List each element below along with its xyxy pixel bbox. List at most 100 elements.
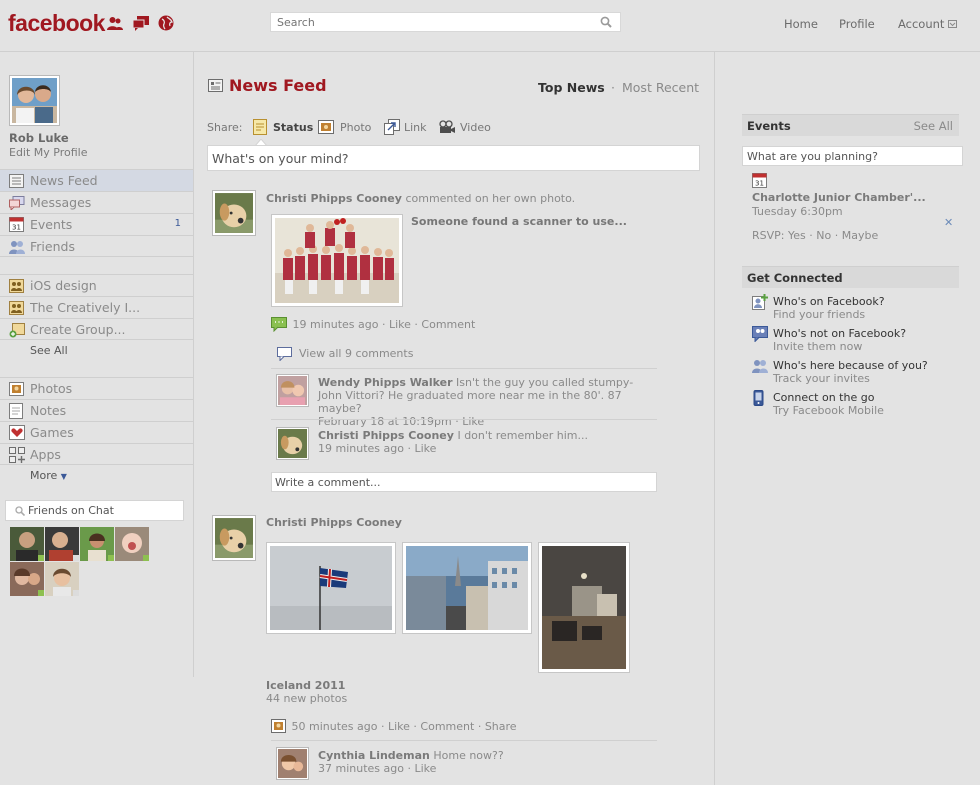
meta-sep: ·: [414, 318, 418, 331]
view-all-comments[interactable]: View all 9 comments: [271, 342, 657, 367]
sidebar-item-group-creatively[interactable]: The Creatively I...: [0, 296, 193, 318]
comment-author-link[interactable]: Cynthia Lindeman: [318, 749, 430, 762]
comment-author-avatar[interactable]: [276, 747, 309, 780]
meta-sep: ·: [477, 720, 482, 733]
events-section-header: Events See All: [742, 114, 959, 136]
connect-item-invite[interactable]: Who's not on Facebook? Invite them now: [752, 326, 952, 354]
album-photo-flag[interactable]: [266, 542, 396, 634]
story-photo[interactable]: [271, 214, 403, 307]
story-author-avatar[interactable]: [212, 515, 256, 561]
connect-sub: Try Facebook Mobile: [773, 404, 884, 417]
sidebar-item-apps[interactable]: Apps: [0, 443, 193, 465]
sidebar-item-group-ios[interactable]: iOS design: [0, 274, 193, 296]
nav-account[interactable]: Account: [898, 17, 944, 31]
tab-top-news[interactable]: Top News: [538, 80, 605, 95]
sidebar-item-create-group[interactable]: Create Group...: [0, 318, 193, 340]
online-friend-avatar[interactable]: [115, 527, 149, 561]
story-meta: 50 minutes ago · Like · Comment · Share: [271, 719, 517, 733]
sidebar-item-messages[interactable]: Messages: [0, 191, 193, 213]
nav-home[interactable]: Home: [784, 17, 818, 31]
sidebar-item-label: Apps: [30, 447, 61, 462]
comment-author-avatar[interactable]: [276, 427, 309, 460]
more-apps-link[interactable]: More ▼: [30, 469, 67, 482]
share-status-label: Status: [273, 121, 314, 134]
notifications-globe-icon[interactable]: [158, 15, 174, 31]
link-icon: [384, 119, 400, 135]
connect-title: Who's here because of you?: [773, 359, 928, 372]
events-icon: 31: [9, 217, 24, 232]
sidebar-item-friends[interactable]: Friends: [0, 235, 193, 257]
share-link-label: Link: [404, 121, 427, 134]
event-name-link[interactable]: Charlotte Junior Chamber'...: [752, 191, 926, 204]
story-author-link[interactable]: Christi Phipps Cooney: [266, 192, 402, 205]
story-author-avatar[interactable]: [212, 190, 256, 236]
friends-icon: [752, 360, 768, 373]
story-time[interactable]: 50 minutes ago: [292, 720, 378, 733]
story-meta: 19 minutes ago · Like · Comment: [271, 317, 475, 333]
sidebar-item-label: Games: [30, 425, 74, 440]
events-see-all-link[interactable]: See All: [914, 119, 953, 133]
comment-author-link[interactable]: Christi Phipps Cooney: [318, 429, 454, 442]
account-dropdown-icon[interactable]: [948, 20, 957, 28]
sidebar-item-photos[interactable]: Photos: [0, 377, 193, 399]
dismiss-event-icon[interactable]: ✕: [944, 216, 953, 229]
comment-text: I don't remember him...: [457, 429, 588, 442]
online-friend-avatar[interactable]: [80, 527, 114, 561]
share-link[interactable]: Share: [485, 720, 517, 733]
profile-name[interactable]: Rob Luke: [9, 131, 69, 145]
event-planning-input[interactable]: What are you planning?: [742, 146, 963, 166]
comment-link[interactable]: Comment: [421, 318, 475, 331]
friends-on-chat-search[interactable]: Friends on Chat: [5, 500, 184, 521]
tab-most-recent[interactable]: Most Recent: [622, 80, 699, 95]
album-title-link[interactable]: Iceland 2011: [266, 679, 345, 692]
online-friend-avatar[interactable]: [45, 562, 79, 596]
rsvp-maybe-link[interactable]: Maybe: [842, 229, 879, 242]
comment-like-link[interactable]: Like: [414, 442, 436, 455]
events-title: Events: [747, 119, 791, 133]
sidebar-item-notes[interactable]: Notes: [0, 399, 193, 421]
comment-author-avatar[interactable]: [276, 374, 309, 407]
sidebar-item-label: News Feed: [30, 173, 98, 188]
comment-time[interactable]: 19 minutes ago: [318, 442, 404, 455]
connect-item-find-friends[interactable]: Who's on Facebook? Find your friends: [752, 294, 952, 322]
rsvp-no-link[interactable]: No: [816, 229, 831, 242]
facebook-logo[interactable]: facebook: [8, 10, 105, 37]
rsvp-yes-link[interactable]: Yes: [788, 229, 806, 242]
comment-author-link[interactable]: Wendy Phipps Walker: [318, 376, 453, 389]
nav-profile[interactable]: Profile: [839, 17, 875, 31]
album-photo-room[interactable]: [538, 542, 630, 673]
online-friend-avatar[interactable]: [10, 527, 44, 561]
comment-time[interactable]: 37 minutes ago: [318, 762, 404, 775]
album-photo-street[interactable]: [402, 542, 532, 634]
sidebar-item-events[interactable]: 31 Events 1: [0, 213, 193, 235]
sidebar-item-news-feed[interactable]: News Feed: [0, 169, 193, 191]
story-author-link[interactable]: Christi Phipps Cooney: [266, 516, 402, 529]
comment-like-link[interactable]: Like: [414, 762, 436, 775]
groups-see-all-link[interactable]: See All: [30, 344, 68, 357]
status-input[interactable]: What's on your mind?: [207, 145, 700, 171]
comments-icon: [277, 347, 292, 361]
messages-jewel-icon[interactable]: [133, 15, 149, 31]
street-photo: [406, 546, 528, 630]
tab-separator: ·: [611, 80, 615, 95]
like-link[interactable]: Like: [388, 720, 410, 733]
comment-link[interactable]: Comment: [420, 720, 474, 733]
friends-icon: [9, 241, 25, 254]
write-comment-input[interactable]: Write a comment...: [271, 472, 657, 492]
connect-item-mobile[interactable]: Connect on the go Try Facebook Mobile: [752, 390, 952, 418]
profile-avatar[interactable]: [9, 75, 60, 126]
connect-item-track-invites[interactable]: Who's here because of you? Track your in…: [752, 358, 952, 386]
online-friend-avatar[interactable]: [10, 562, 44, 596]
search-input[interactable]: [271, 13, 591, 31]
story-time[interactable]: 19 minutes ago: [293, 318, 379, 331]
friend-requests-icon[interactable]: [107, 15, 123, 31]
search-box[interactable]: [270, 12, 621, 32]
sidebar-item-games[interactable]: Games: [0, 421, 193, 443]
online-friend-avatar[interactable]: [45, 527, 79, 561]
group-icon: [9, 301, 24, 315]
like-link[interactable]: Like: [389, 318, 411, 331]
top-bar: facebook Home Profile Account: [0, 0, 980, 52]
edit-profile-link[interactable]: Edit My Profile: [9, 146, 88, 159]
search-icon[interactable]: [600, 16, 612, 28]
connect-sub: Track your invites: [773, 372, 870, 385]
